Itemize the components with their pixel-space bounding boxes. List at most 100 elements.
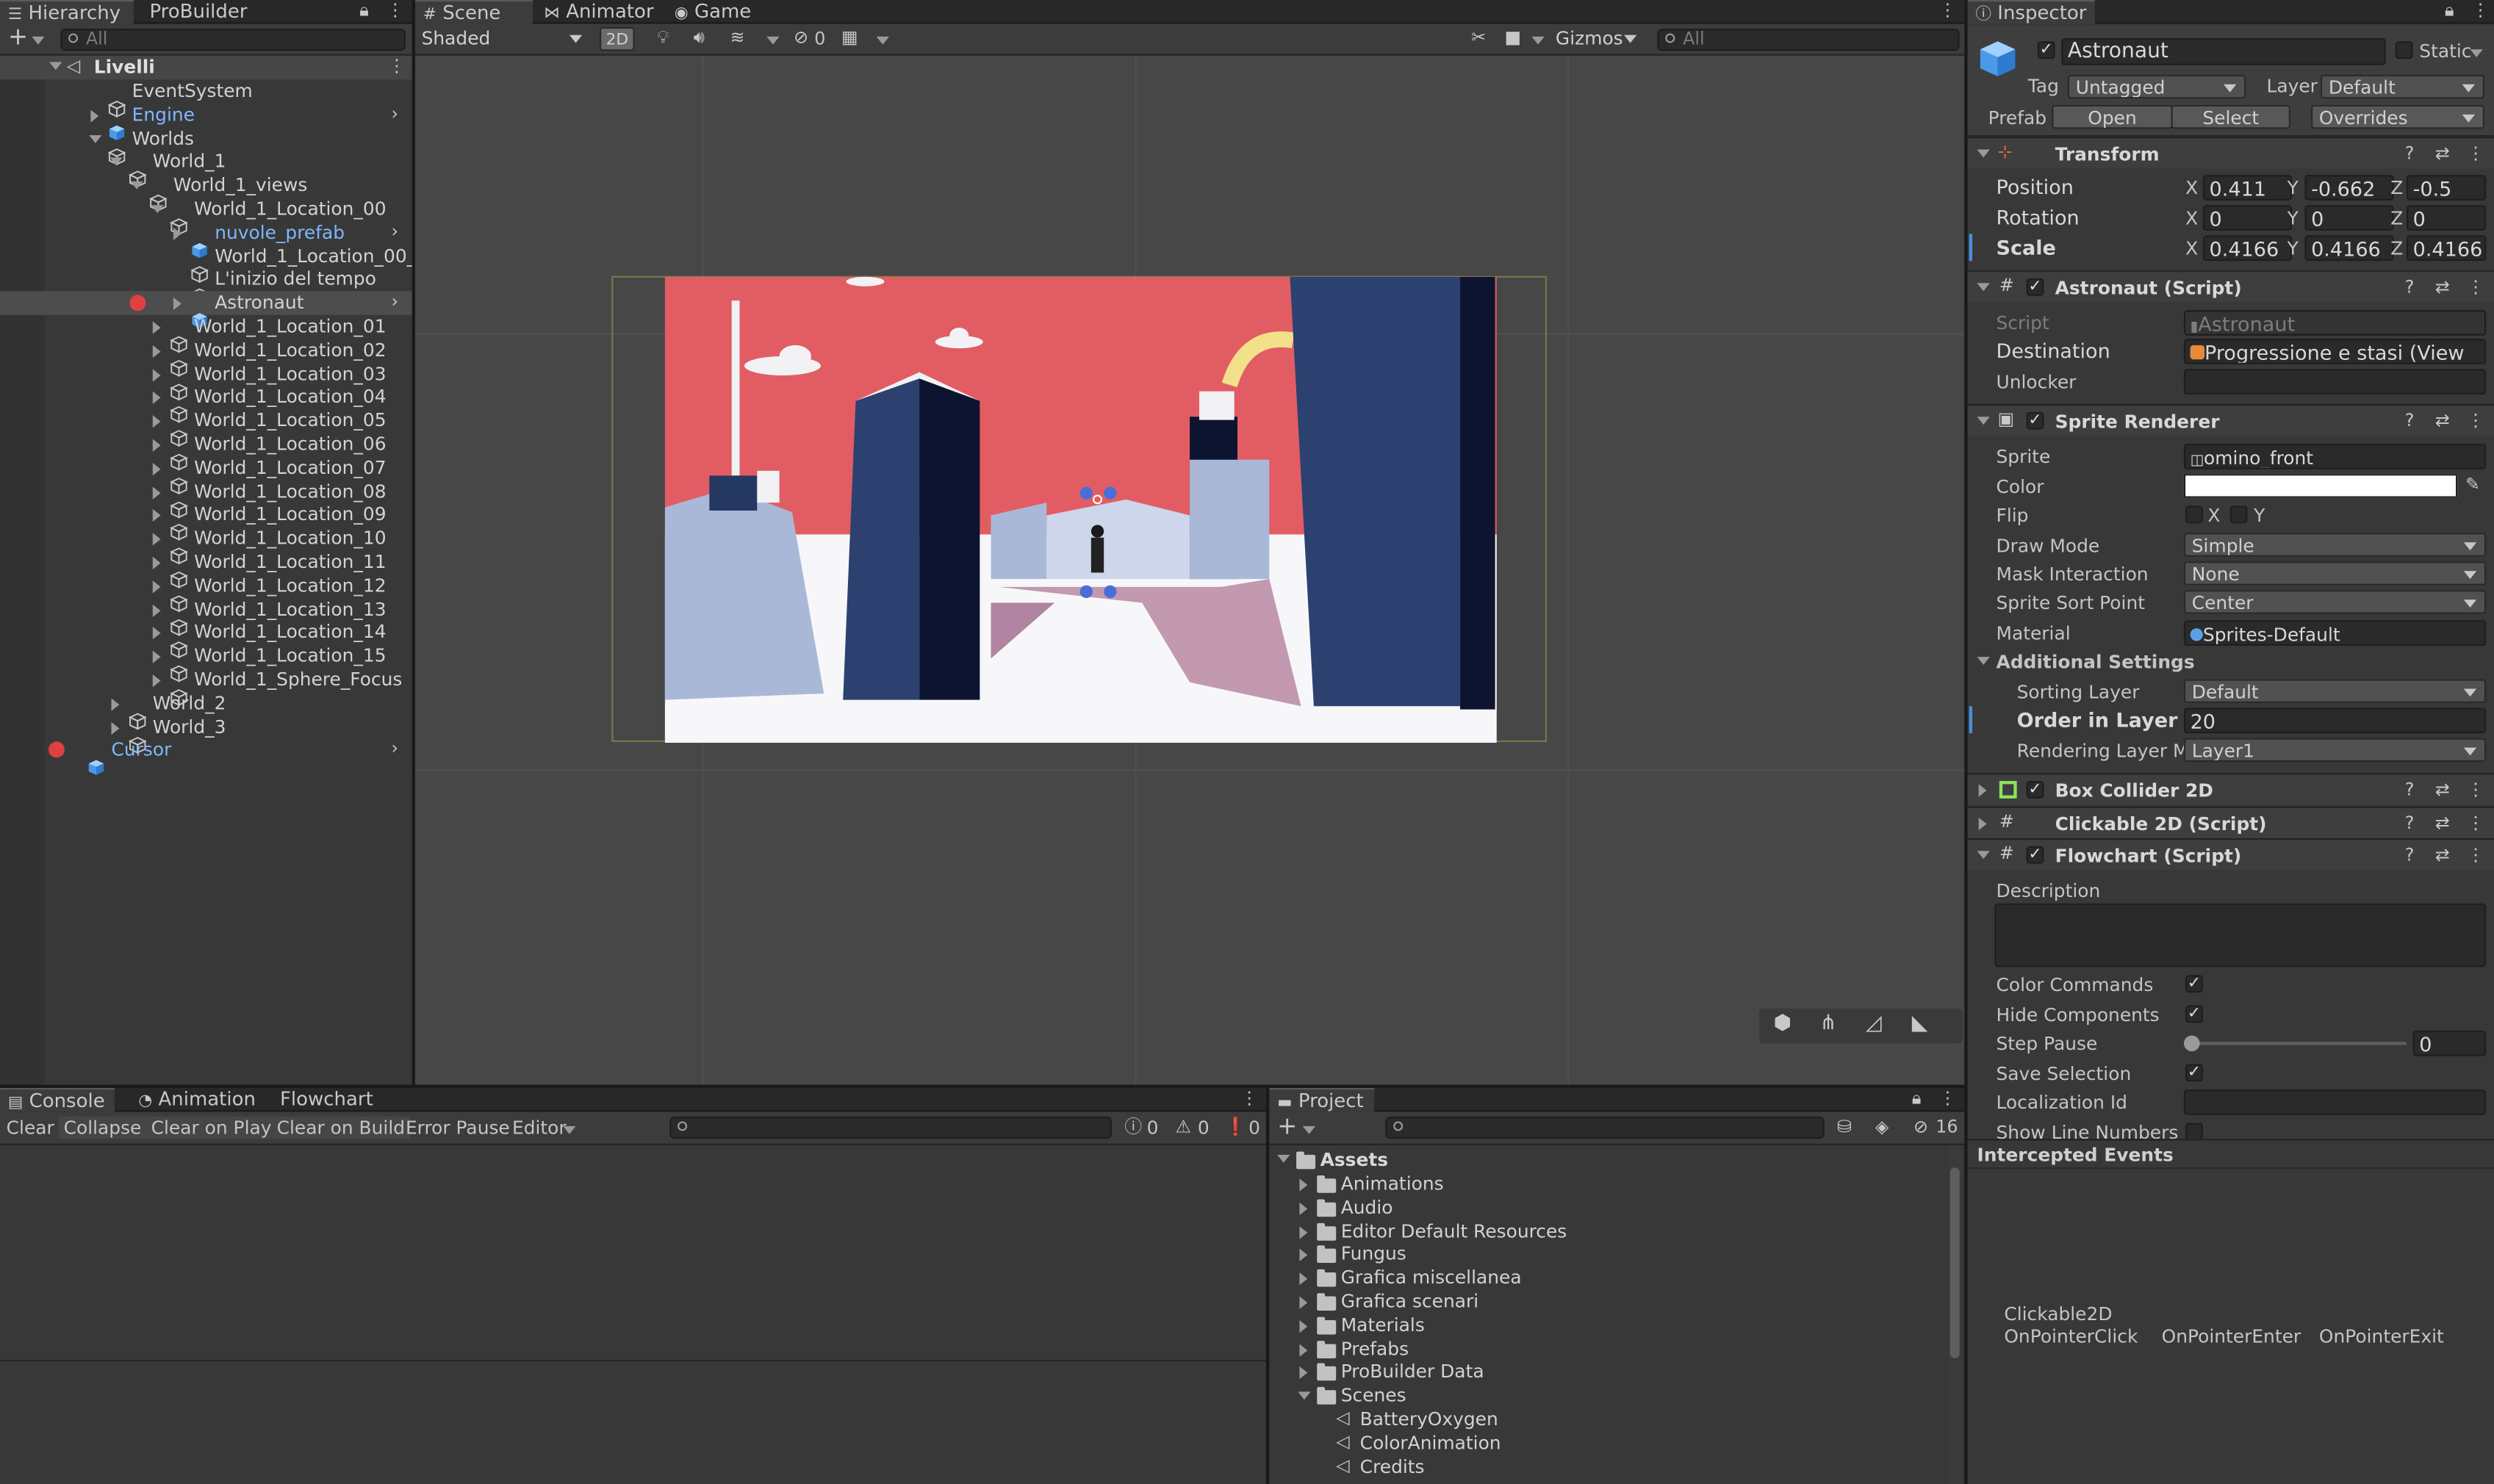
- scale-z-field[interactable]: 0.4166: [2406, 235, 2487, 262]
- collapse-icon[interactable]: [1977, 417, 1990, 425]
- step-pause-field[interactable]: 0: [2412, 1030, 2487, 1056]
- show-line-numbers-checkbox[interactable]: [2185, 1123, 2203, 1141]
- help-icon[interactable]: ?: [2405, 846, 2415, 865]
- edge-tool-icon[interactable]: ◿: [1866, 1013, 1882, 1034]
- prefab-select-button[interactable]: Select: [2171, 104, 2290, 129]
- help-icon[interactable]: ?: [2405, 278, 2415, 298]
- expand-icon[interactable]: [152, 439, 161, 452]
- description-textarea[interactable]: [1994, 903, 2487, 968]
- preset-icon[interactable]: ⇄: [2435, 780, 2450, 800]
- hierarchy-item[interactable]: World_1_Sphere_Focus: [0, 668, 412, 707]
- preset-icon[interactable]: ⇄: [2435, 411, 2450, 431]
- hierarchy-item[interactable]: World_1_views: [0, 173, 412, 212]
- help-icon[interactable]: ?: [2405, 780, 2415, 800]
- help-icon[interactable]: ?: [2405, 411, 2415, 431]
- rendering-layer-mask-dropdown[interactable]: Layer1: [2183, 738, 2487, 763]
- project-folder-row[interactable]: Editor Default Resources: [1269, 1220, 1964, 1243]
- scale-y-field[interactable]: 0.4166: [2304, 235, 2394, 262]
- hidden-objects-icon[interactable]: ⊘: [794, 28, 808, 48]
- hierarchy-item[interactable]: World_1_Location_03: [0, 362, 412, 400]
- log-icon[interactable]: ⓘ: [1124, 1117, 1142, 1137]
- transform-header[interactable]: ⊹ Transform ? ⇄ ⋮: [1967, 137, 2494, 169]
- lock-icon[interactable]: 🔒︎: [2445, 1, 2454, 21]
- lock-icon[interactable]: 🔒︎: [359, 1, 369, 21]
- position-y-field[interactable]: -0.662: [2304, 175, 2394, 201]
- rotation-x-field[interactable]: 0: [2202, 205, 2293, 231]
- error-pause-button[interactable]: Error Pause: [406, 1117, 510, 1139]
- expand-icon[interactable]: [152, 368, 161, 381]
- mask-interaction-dropdown[interactable]: None: [2183, 561, 2487, 586]
- scale-x-field[interactable]: 0.4166: [2202, 235, 2293, 262]
- clear-on-play-button[interactable]: Clear on Play: [146, 1116, 276, 1139]
- tab-project[interactable]: ▬ Project: [1269, 1087, 1375, 1112]
- hierarchy-item[interactable]: World_1_Location_04: [0, 386, 412, 424]
- hierarchy-item[interactable]: World_1_Location_09: [0, 503, 412, 541]
- hierarchy-item[interactable]: World_1_Location_14: [0, 621, 412, 659]
- lock-icon[interactable]: 🔒︎: [1912, 1089, 1922, 1109]
- expand-icon[interactable]: [1299, 1249, 1308, 1262]
- project-folder-row[interactable]: ProBuilder Data: [1269, 1361, 1964, 1384]
- project-folder-row[interactable]: Grafica miscellanea: [1269, 1267, 1964, 1290]
- project-scene-row[interactable]: ◁ BatteryOxygen: [1269, 1408, 1964, 1431]
- scene-menu-icon[interactable]: ⋮: [388, 57, 406, 76]
- cube-tool-icon[interactable]: ⬢: [1773, 1013, 1792, 1034]
- expand-icon[interactable]: [152, 345, 161, 358]
- project-folder-row[interactable]: Scenes: [1269, 1384, 1964, 1408]
- project-scene-row[interactable]: ◁ Credits: [1269, 1455, 1964, 1478]
- expand-icon[interactable]: [1978, 817, 1987, 831]
- preset-icon[interactable]: ⇄: [2435, 813, 2450, 834]
- component-menu-icon[interactable]: ⋮: [2467, 846, 2484, 865]
- project-folder-row[interactable]: Grafica scenari: [1269, 1290, 1964, 1314]
- layer-dropdown[interactable]: Default: [2321, 74, 2485, 99]
- prefab-open-button[interactable]: Open: [2052, 104, 2173, 129]
- project-scrollbar[interactable]: [1948, 1145, 1961, 1484]
- static-label[interactable]: Static: [2419, 40, 2471, 62]
- gizmos-dropdown[interactable]: Gizmos: [1549, 27, 1645, 51]
- static-dropdown-icon[interactable]: [2470, 49, 2483, 57]
- project-folder-row[interactable]: Materials: [1269, 1314, 1964, 1337]
- tag-dropdown[interactable]: Untagged: [2067, 74, 2246, 99]
- expand-icon[interactable]: [152, 321, 161, 334]
- rotation-y-field[interactable]: 0: [2304, 205, 2394, 231]
- more-options-icon[interactable]: ⋮: [1939, 1089, 1957, 1109]
- hierarchy-item[interactable]: World_1_Location_15: [0, 644, 412, 683]
- order-in-layer-field[interactable]: 20: [2183, 707, 2487, 734]
- collapse-icon[interactable]: [151, 205, 164, 214]
- component-menu-icon[interactable]: ⋮: [2467, 780, 2484, 800]
- tab-inspector[interactable]: ⓘ Inspector: [1967, 0, 2095, 24]
- clickable-2d-header[interactable]: # Clickable 2D (Script) ? ⇄ ⋮: [1967, 806, 2494, 838]
- flip-y-checkbox[interactable]: [2229, 505, 2248, 524]
- hierarchy-item[interactable]: Engine ›: [0, 103, 412, 140]
- assets-row[interactable]: Assets: [1269, 1148, 1964, 1172]
- clear-button[interactable]: Clear: [7, 1117, 54, 1139]
- hierarchy-item[interactable]: World_1_Location_08: [0, 480, 412, 518]
- hierarchy-item[interactable]: World_2: [0, 691, 412, 730]
- scrollbar-thumb[interactable]: [1949, 1167, 1960, 1358]
- hierarchy-item[interactable]: Worlds: [0, 126, 412, 165]
- effects-icon[interactable]: ≋: [730, 28, 745, 48]
- expand-icon[interactable]: [1299, 1225, 1308, 1239]
- project-scene-row[interactable]: ◁ ColorAnimation: [1269, 1431, 1964, 1455]
- 2d-toggle-button[interactable]: 2D: [600, 26, 635, 51]
- collapse-icon[interactable]: [1977, 283, 1990, 292]
- component-menu-icon[interactable]: ⋮: [2467, 813, 2484, 834]
- astronaut-enabled-checkbox[interactable]: ✓: [2026, 278, 2044, 296]
- expand-icon[interactable]: [152, 650, 161, 664]
- scene-search-input[interactable]: All: [1657, 28, 1960, 51]
- expand-icon[interactable]: [173, 227, 182, 240]
- step-pause-slider-thumb[interactable]: [2183, 1035, 2200, 1052]
- collapse-button[interactable]: Collapse: [59, 1116, 146, 1139]
- preset-icon[interactable]: ⇄: [2435, 846, 2450, 865]
- collapse-icon[interactable]: [1977, 851, 1990, 860]
- draw-mode-dropdown[interactable]: Simple: [2183, 533, 2487, 557]
- flowchart-header[interactable]: # ✓ Flowchart (Script) ? ⇄ ⋮: [1967, 838, 2494, 871]
- hierarchy-item[interactable]: World_1_Location_00_BG: [0, 245, 412, 283]
- expand-icon[interactable]: [1277, 1154, 1290, 1163]
- hierarchy-item[interactable]: World_1_Location_13: [0, 597, 412, 635]
- expand-icon[interactable]: [1978, 784, 1987, 797]
- expand-icon[interactable]: [1299, 1343, 1308, 1356]
- console-search-input[interactable]: [669, 1116, 1113, 1139]
- editor-dropdown[interactable]: Editor: [512, 1117, 567, 1139]
- help-icon[interactable]: ?: [2405, 144, 2415, 164]
- active-checkbox[interactable]: ✓: [2037, 41, 2055, 60]
